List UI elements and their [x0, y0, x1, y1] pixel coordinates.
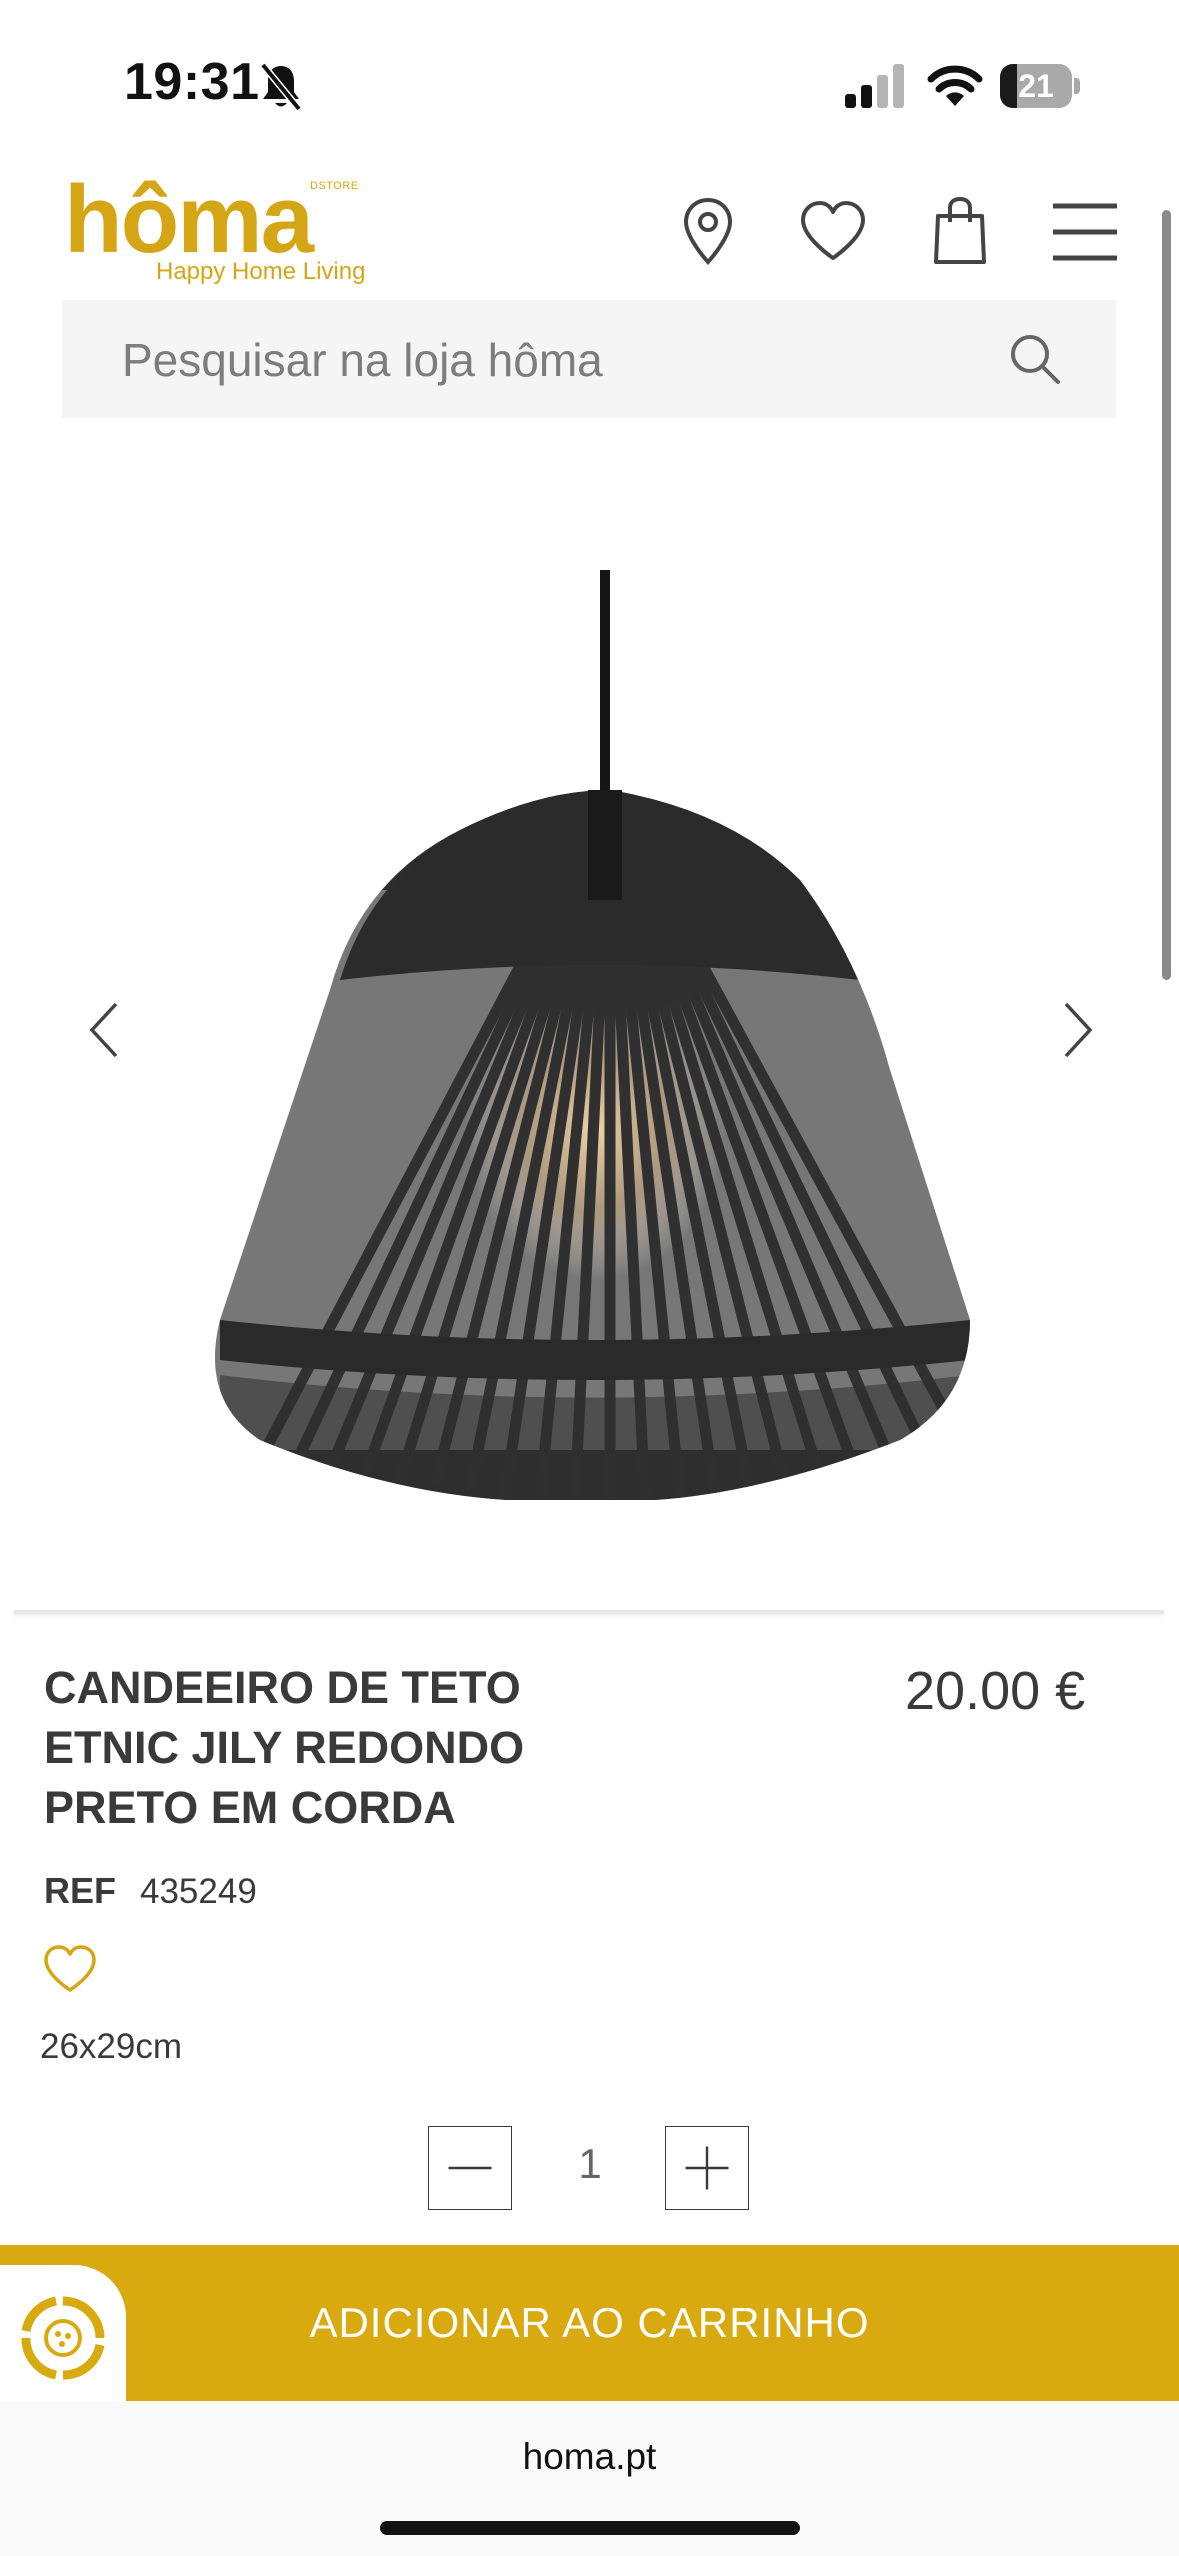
chevron-right-icon[interactable] [1046, 990, 1106, 1070]
wishlist-heart-icon[interactable] [40, 1940, 100, 1996]
logo-word: hôma [64, 166, 314, 273]
product-price: 20.00 € [905, 1661, 1086, 1721]
url-text[interactable]: homa.pt [0, 2436, 1179, 2478]
battery-level: 21 [1018, 68, 1054, 104]
search-bar[interactable] [62, 300, 1116, 418]
menu-icon[interactable] [1045, 192, 1125, 272]
location-pin-icon[interactable] [668, 192, 748, 272]
logo-store: DSTORE [310, 180, 359, 192]
signal-icon [845, 64, 907, 108]
sustainability-badge [0, 2265, 126, 2401]
wifi-icon [926, 62, 984, 108]
page-scrollbar[interactable] [1162, 210, 1171, 980]
product-dimensions: 26x29cm [40, 2027, 183, 2066]
home-indicator[interactable] [380, 2521, 800, 2535]
logo-tagline: Happy Home Living [156, 258, 366, 285]
bell-muted-icon [258, 62, 304, 112]
quantity-increase-button[interactable] [665, 2126, 749, 2210]
recycle-icon [21, 2296, 105, 2380]
quantity-value[interactable]: 1 [540, 2140, 640, 2188]
status-time: 19:31 [124, 53, 260, 111]
quantity-decrease-button[interactable] [428, 2126, 512, 2210]
search-icon[interactable] [1002, 326, 1068, 392]
product-title: CANDEEIRO DE TETO ETNIC JILY REDONDO PRE… [44, 1662, 525, 1833]
ref-value: 435249 [140, 1872, 257, 1911]
section-divider [14, 1610, 1164, 1614]
add-to-cart-button[interactable]: ADICIONAR AO CARRINHO [0, 2245, 1179, 2401]
chevron-left-icon[interactable] [76, 990, 136, 1070]
heart-icon[interactable] [793, 192, 873, 272]
product-image[interactable] [200, 560, 980, 1502]
search-input[interactable] [122, 330, 1002, 390]
add-to-cart-label: ADICIONAR AO CARRINHO [309, 2299, 870, 2346]
shopping-bag-icon[interactable] [920, 192, 1000, 272]
battery-icon: 21 [1000, 64, 1080, 108]
homa-logo[interactable]: hôma DSTORE Happy Home Living [62, 166, 366, 290]
ref-label: REF [44, 1870, 116, 1911]
browser-url-bar[interactable]: homa.pt [0, 2401, 1179, 2556]
